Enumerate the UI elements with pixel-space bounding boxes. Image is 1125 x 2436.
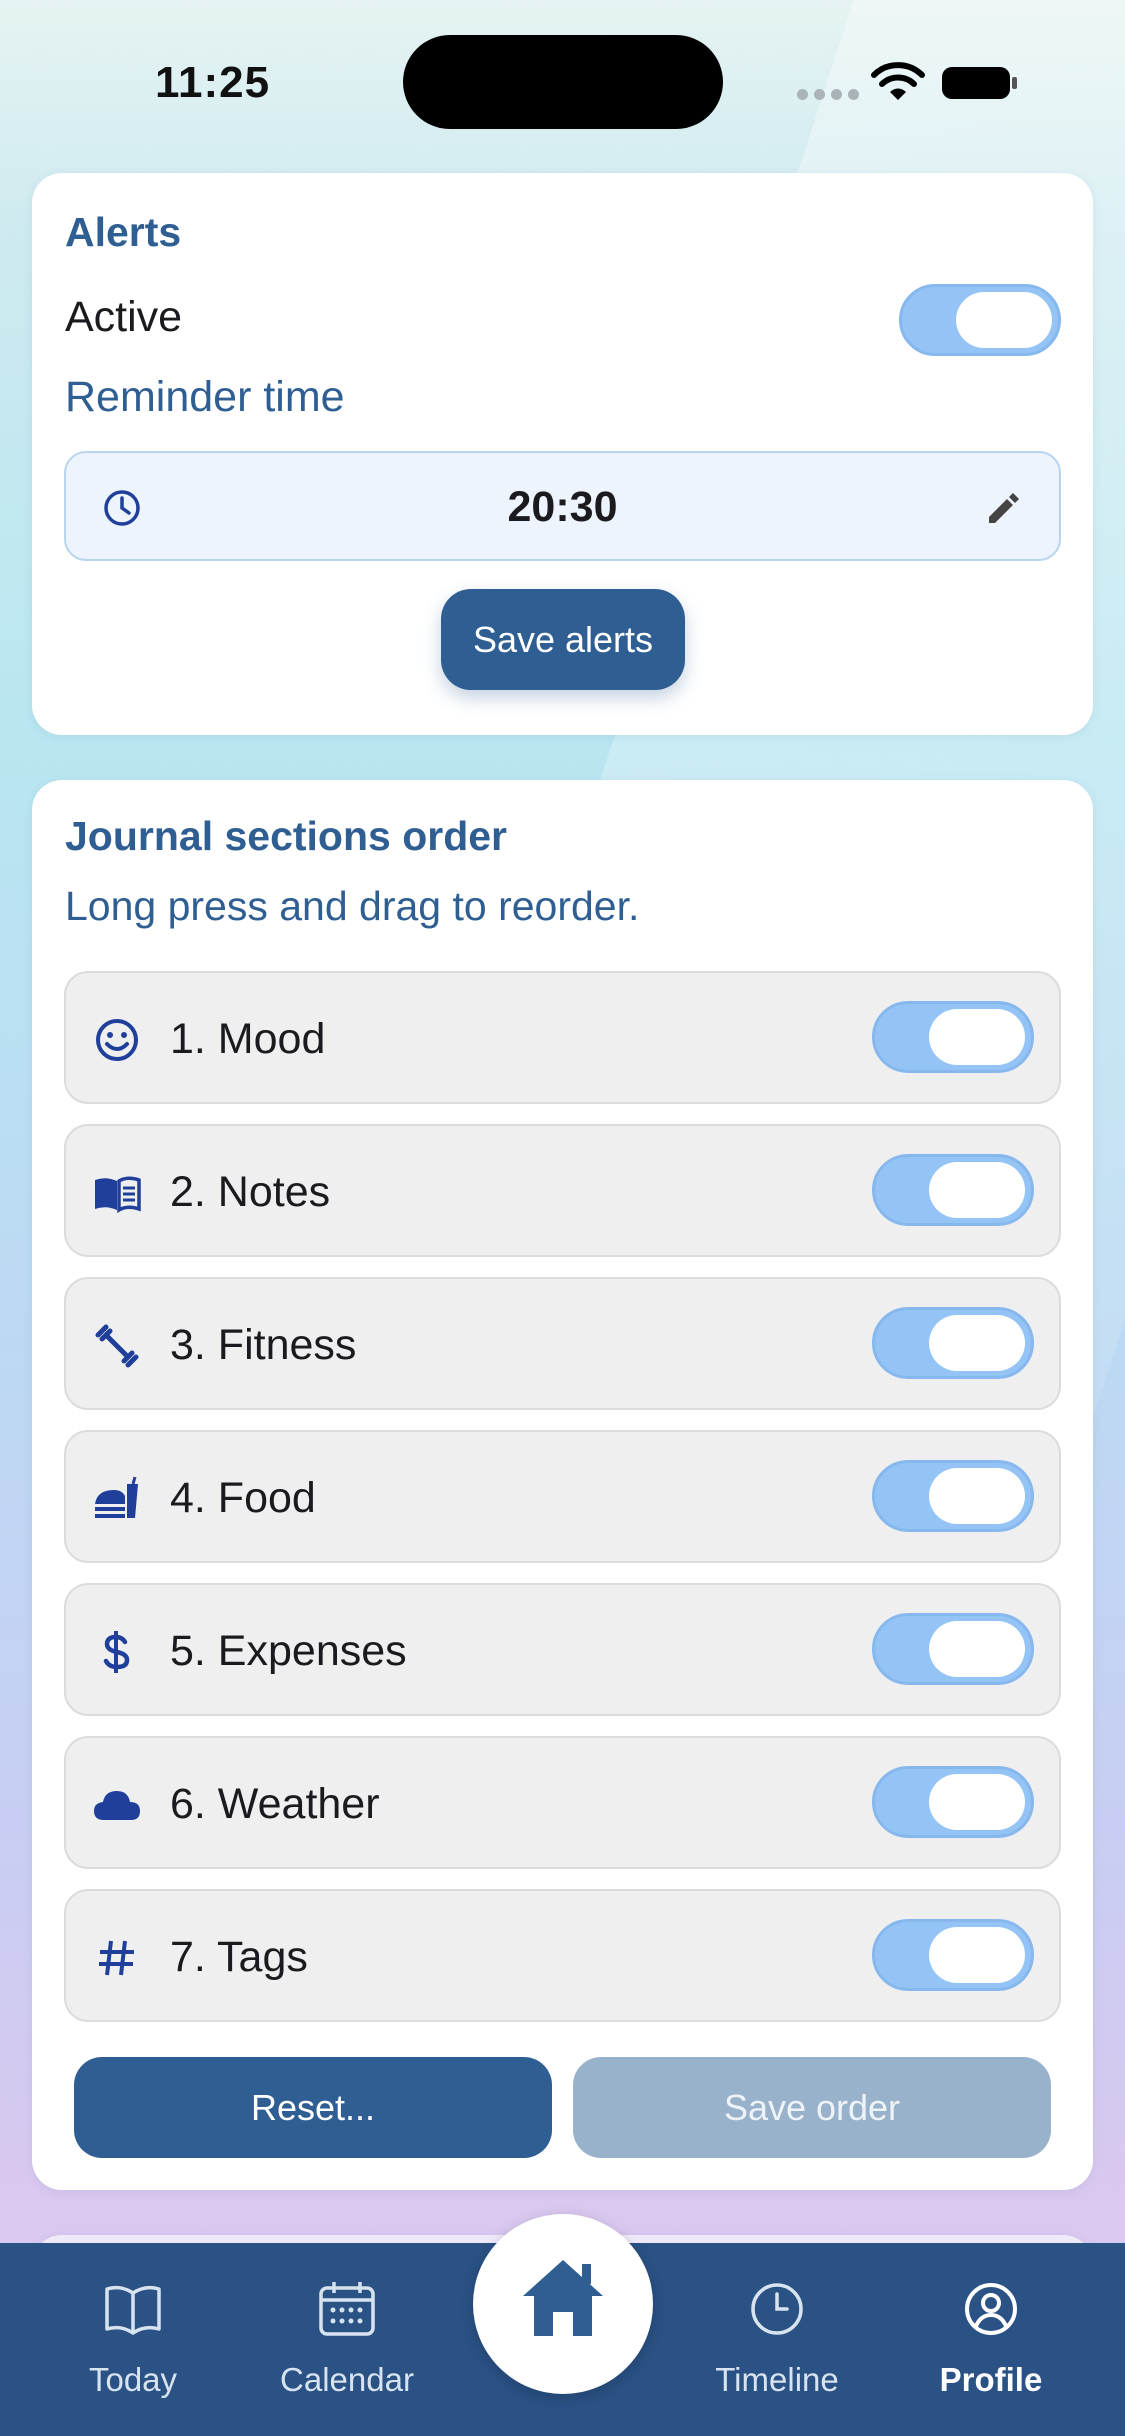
cellular-signal-icon — [797, 89, 859, 100]
section-toggle-tags[interactable] — [872, 1919, 1034, 1991]
nav-timeline-label: Timeline — [715, 2361, 839, 2398]
reminder-time-value: 20:30 — [507, 483, 618, 531]
toggle-knob — [929, 1162, 1025, 1218]
toggle-knob — [929, 1315, 1025, 1371]
alerts-active-toggle[interactable] — [899, 284, 1061, 356]
section-row-mood[interactable]: 1. Mood — [64, 971, 1061, 1104]
nav-today-label: Today — [88, 2361, 178, 2398]
nav-today[interactable]: Today — [33, 2243, 233, 2436]
section-row-food[interactable]: 4. Food — [64, 1430, 1061, 1563]
section-label: 5. Expenses — [170, 1627, 407, 1675]
section-label: 4. Food — [170, 1474, 316, 1522]
save-order-button[interactable]: Save order — [573, 2057, 1051, 2158]
status-time: 11:25 — [155, 58, 271, 107]
pencil-icon[interactable] — [985, 489, 1023, 527]
section-label: 3. Fitness — [170, 1321, 357, 1369]
nav-profile[interactable]: Profile — [891, 2243, 1091, 2436]
section-toggle-notes[interactable] — [872, 1154, 1034, 1226]
clock-icon — [751, 2283, 803, 2335]
journal-sections-title: Journal sections order — [65, 813, 508, 859]
toggle-knob — [929, 1468, 1025, 1524]
reminder-time-field[interactable]: 20:30 — [64, 451, 1061, 561]
section-row-weather[interactable]: 6. Weather — [64, 1736, 1061, 1869]
section-label: 6. Weather — [170, 1780, 380, 1828]
journal-sections-card: Journal sections order Long press and dr… — [32, 780, 1093, 2190]
nav-calendar-label: Calendar — [280, 2361, 414, 2398]
smiley-icon — [96, 1019, 138, 1061]
dollar-icon — [103, 1631, 130, 1673]
save-alerts-button[interactable]: Save alerts — [441, 589, 685, 690]
nav-calendar[interactable]: Calendar — [247, 2243, 447, 2436]
home-icon — [523, 2260, 603, 2336]
battery-icon — [942, 67, 1017, 99]
profile-icon — [965, 2283, 1017, 2335]
section-label: 7. Tags — [170, 1933, 308, 1981]
dumbbell-icon — [95, 1324, 139, 1368]
section-row-fitness[interactable]: 3. Fitness — [64, 1277, 1061, 1410]
alerts-card: Alerts Active Reminder time 20:30 Save a… — [32, 173, 1093, 735]
reset-button[interactable]: Reset... — [74, 2057, 552, 2158]
section-toggle-expenses[interactable] — [872, 1613, 1034, 1685]
toggle-knob — [929, 1009, 1025, 1065]
calendar-icon — [319, 2282, 375, 2336]
section-row-tags[interactable]: 7. Tags — [64, 1889, 1061, 2022]
section-row-notes[interactable]: 2. Notes — [64, 1124, 1061, 1257]
section-toggle-weather[interactable] — [872, 1766, 1034, 1838]
nav-timeline[interactable]: Timeline — [677, 2243, 877, 2436]
section-row-expenses[interactable]: 5. Expenses — [64, 1583, 1061, 1716]
nav-profile-label: Profile — [939, 2361, 1043, 2398]
toggle-knob — [956, 292, 1052, 348]
reminder-time-label: Reminder time — [65, 373, 345, 421]
section-toggle-fitness[interactable] — [872, 1307, 1034, 1379]
section-label: 2. Notes — [170, 1168, 331, 1216]
toggle-knob — [929, 1927, 1025, 1983]
food-icon — [95, 1476, 138, 1518]
active-label: Active — [65, 293, 183, 341]
alerts-title: Alerts — [65, 209, 182, 255]
section-toggle-food[interactable] — [872, 1460, 1034, 1532]
hashtag-icon — [99, 1940, 134, 1976]
dynamic-island — [403, 35, 723, 129]
toggle-knob — [929, 1774, 1025, 1830]
home-button[interactable] — [473, 2214, 653, 2394]
book-open-icon — [105, 2285, 161, 2335]
cloud-icon — [94, 1791, 140, 1820]
wifi-icon — [871, 62, 925, 100]
section-toggle-mood[interactable] — [872, 1001, 1034, 1073]
book-icon — [95, 1176, 141, 1213]
toggle-knob — [929, 1621, 1025, 1677]
status-bar: 11:25 — [0, 0, 1125, 160]
journal-sections-subtitle: Long press and drag to reorder. — [65, 883, 640, 929]
section-label: 1. Mood — [170, 1015, 326, 1063]
